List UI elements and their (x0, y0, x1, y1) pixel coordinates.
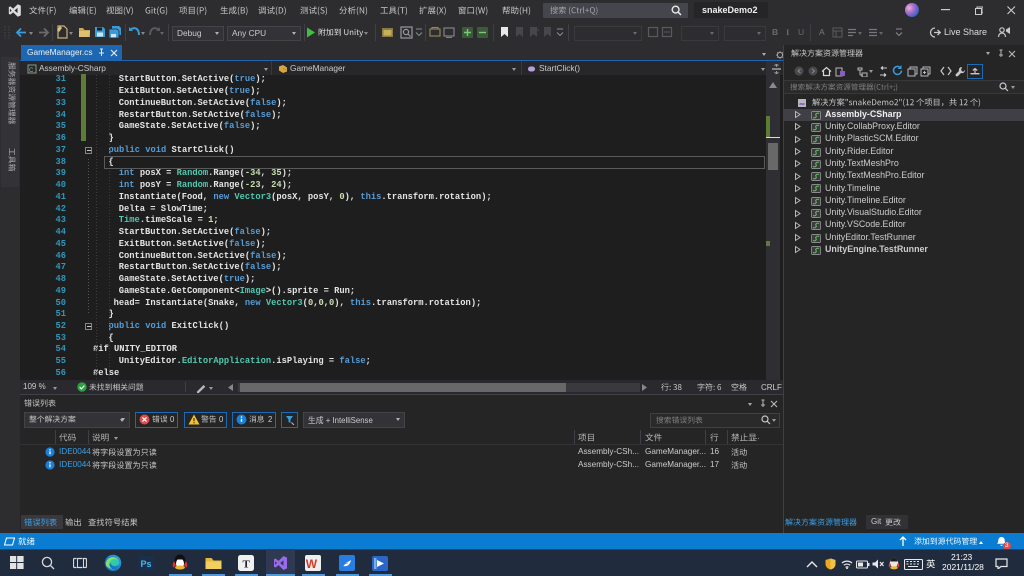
svg-text:W: W (306, 557, 318, 571)
svg-text:T: T (243, 559, 251, 571)
svg-text:Ps: Ps (141, 559, 152, 569)
svg-text:C: C (29, 68, 34, 74)
